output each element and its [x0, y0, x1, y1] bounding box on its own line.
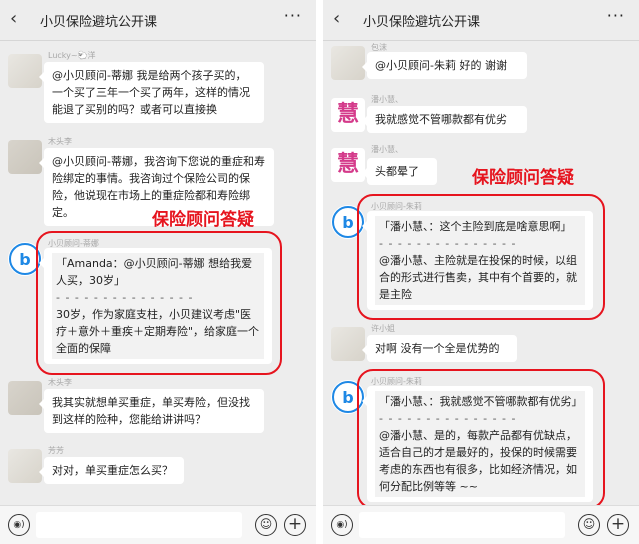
avatar[interactable] — [8, 54, 42, 88]
message-bubble[interactable]: @小贝顾问-朱莉 好的 谢谢 — [362, 52, 527, 79]
svg-text:b: b — [19, 250, 30, 269]
avatar[interactable] — [331, 327, 365, 361]
message-text: 我就感觉不管哪款都有优劣 — [375, 113, 507, 126]
more-options-icon[interactable]: ··· — [607, 6, 625, 25]
avatar[interactable]: 慧 — [331, 98, 365, 132]
sender-name: 芳芳 — [48, 446, 64, 455]
chat-header: ‹ 小贝保险避坑公开课 ··· — [323, 0, 639, 41]
plus-icon[interactable]: + — [284, 514, 306, 536]
back-icon[interactable]: ‹ — [333, 8, 340, 29]
avatar[interactable] — [8, 381, 42, 415]
message-bubble[interactable]: 我其实就想单买重症，单买寿险，但没找到这样的险种，您能给讲讲吗？ — [39, 389, 264, 433]
message-text: 我其实就想单买重症，单买寿险，但没找到这样的险种，您能给讲讲吗？ — [52, 396, 250, 426]
message-text: 头都晕了 — [375, 165, 419, 178]
highlight-box — [36, 231, 282, 375]
svg-text:b: b — [342, 213, 353, 232]
message-text: 对对，单买重症怎么买？ — [52, 464, 173, 477]
highlight-box — [357, 369, 605, 509]
voice-icon[interactable]: ◉) — [331, 514, 353, 536]
chat-header: ‹ 小贝保险避坑公开课 ··· — [0, 0, 316, 41]
annotation-label: 保险顾问答疑 — [472, 168, 574, 188]
message-text: @小贝顾问-朱莉 好的 谢谢 — [375, 59, 507, 72]
avatar[interactable] — [331, 46, 365, 80]
message-input[interactable] — [359, 512, 565, 538]
more-options-icon[interactable]: ··· — [284, 6, 302, 25]
message-bubble[interactable]: 头都晕了 — [362, 158, 437, 185]
input-bar: ◉) ☺ + — [323, 505, 639, 544]
chat-title: 小贝保险避坑公开课 — [40, 15, 158, 30]
message-text: @小贝顾问-蒂娜 我是给两个孩子买的，一个买了三年一个买了两年，这样的情况能退了… — [52, 69, 250, 116]
svg-text:b: b — [342, 388, 353, 407]
highlight-box — [357, 194, 605, 320]
avatar[interactable] — [8, 140, 42, 174]
sender-name: Lucky~🐑洋 — [48, 51, 96, 60]
plus-icon[interactable]: + — [607, 514, 629, 536]
message-bubble[interactable]: 对啊 没有一个全是优势的 — [362, 335, 517, 362]
message-bubble[interactable]: 对对，单买重症怎么买？ — [39, 457, 184, 484]
emoji-icon[interactable]: ☺ — [578, 514, 600, 536]
emoji-icon[interactable]: ☺ — [255, 514, 277, 536]
sender-name: 木头李 — [48, 378, 72, 387]
sender-name: 许小姐 — [371, 324, 395, 333]
chat-title: 小贝保险避坑公开课 — [363, 15, 481, 30]
back-icon[interactable]: ‹ — [10, 8, 17, 29]
annotation-label: 保险顾问答疑 — [152, 210, 254, 230]
sender-name: 木头李 — [48, 137, 72, 146]
avatar[interactable]: 慧 — [331, 148, 365, 182]
input-bar: ◉) ☺ + — [0, 505, 316, 544]
message-text: 对啊 没有一个全是优势的 — [375, 342, 500, 355]
sender-name: 潘小慧、 — [371, 145, 403, 154]
chat-panel-left: ‹ 小贝保险避坑公开课 ··· Lucky~🐑洋 @小贝顾问-蒂娜 我是给两个孩… — [0, 0, 316, 544]
message-input[interactable] — [36, 512, 242, 538]
chat-panel-right: ‹ 小贝保险避坑公开课 ··· 包沫 @小贝顾问-朱莉 好的 谢谢 慧 潘小慧、… — [323, 0, 639, 544]
avatar[interactable] — [8, 449, 42, 483]
voice-icon[interactable]: ◉) — [8, 514, 30, 536]
message-bubble[interactable]: @小贝顾问-蒂娜 我是给两个孩子买的，一个买了三年一个买了两年，这样的情况能退了… — [39, 62, 264, 123]
sender-name: 潘小慧、 — [371, 95, 403, 104]
message-bubble[interactable]: 我就感觉不管哪款都有优劣 — [362, 106, 527, 133]
